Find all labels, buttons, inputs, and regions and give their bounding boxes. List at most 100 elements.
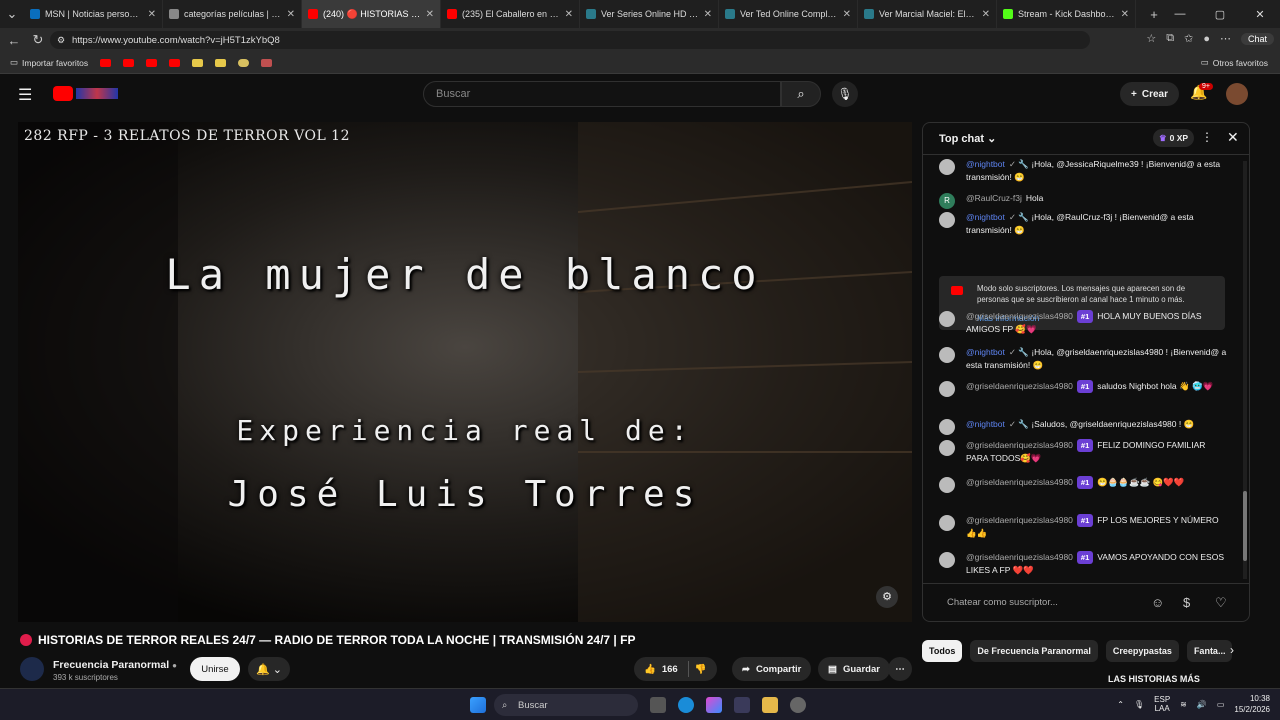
reload-icon[interactable]: ↻ — [26, 32, 50, 48]
tab-close-icon[interactable]: ✕ — [1121, 9, 1129, 20]
app-icon[interactable] — [790, 697, 806, 713]
browser-tab[interactable]: Ver Ted Online Completa Gr... ✕ — [719, 0, 858, 28]
bookmark-youtube-icon[interactable] — [100, 58, 112, 67]
bookmark-youtube-icon[interactable] — [169, 58, 181, 67]
tab-close-icon[interactable]: ✕ — [982, 9, 990, 20]
chat-author[interactable]: @RaulCruz-f3j — [966, 193, 1022, 203]
chat-author[interactable]: @griseldaenriquezislas4980 — [966, 311, 1073, 321]
language-indicator[interactable]: ESP LAA — [1154, 695, 1170, 713]
filter-chip[interactable]: De Frecuencia Paranormal — [970, 640, 1098, 662]
video-player[interactable]: 282 RFP - 3 RELATOS DE TERROR VOL 12 La … — [18, 122, 912, 622]
chips-next-icon[interactable]: › — [1230, 643, 1234, 657]
store-icon[interactable] — [734, 697, 750, 713]
share-button[interactable]: ➦ Compartir — [732, 657, 812, 681]
chat-author[interactable]: @griseldaenriquezislas4980 — [966, 515, 1073, 525]
chat-author[interactable]: @nightbot — [966, 212, 1005, 222]
bookmark-site-icon[interactable] — [238, 58, 250, 67]
favorites-icon[interactable]: ✩ — [1184, 32, 1193, 45]
account-avatar[interactable] — [1226, 83, 1248, 105]
chat-author[interactable]: @griseldaenriquezislas4980 — [966, 477, 1073, 487]
user-avatar[interactable] — [939, 311, 955, 327]
chat-message[interactable]: @nightbot ✓ 🔧 ¡Hola, @JessicaRiquelme39 !… — [939, 158, 1229, 184]
chat-more-icon[interactable]: ⋮ — [1201, 130, 1213, 144]
copilot-chat-button[interactable]: Chat — [1240, 32, 1274, 45]
chat-message[interactable]: @griseldaenriquezislas4980 #1 😁🧁🧁☕☕ 😋❤️❤️ — [939, 476, 1229, 493]
back-arrow-icon[interactable]: ← — [2, 33, 26, 48]
related-video-title[interactable]: LAS HISTORIAS MÁS — [1108, 674, 1200, 684]
star-icon[interactable]: ☆ — [1146, 32, 1156, 45]
tab-close-icon[interactable]: ✕ — [426, 9, 434, 20]
browser-tab[interactable]: (235) El Caballero en una... ✕ — [441, 0, 580, 28]
player-settings-icon[interactable]: ⚙ — [876, 586, 898, 608]
chat-author[interactable]: @griseldaenriquezislas4980 — [966, 552, 1073, 562]
bot-avatar[interactable] — [939, 212, 955, 228]
youtube-logo[interactable] — [53, 86, 73, 101]
volume-icon[interactable]: 🔊 — [1197, 700, 1207, 709]
clock[interactable]: 10:38 15/2/2026 — [1234, 693, 1270, 715]
minimize-icon[interactable]: — — [1160, 0, 1200, 28]
more-menu-icon[interactable]: ⋯ — [1220, 32, 1231, 45]
browser-tab[interactable]: Ver Series Online HD Gratis ... ✕ — [580, 0, 719, 28]
tab-close-icon[interactable]: ✕ — [843, 9, 851, 20]
user-avatar[interactable] — [939, 477, 955, 493]
bot-avatar[interactable] — [939, 159, 955, 175]
tab-close-icon[interactable]: ✕ — [565, 9, 573, 20]
extension-icon[interactable]: ⧉ — [1166, 32, 1174, 45]
browser-tab[interactable]: (240) 🔴 HISTORIAS DE... ✕ — [302, 0, 441, 28]
bookmark-folder-icon[interactable] — [215, 58, 227, 67]
chat-messages[interactable]: Modo solo suscriptores. Los mensajes que… — [923, 156, 1243, 581]
chat-message[interactable]: @nightbot ✓ 🔧 ¡Hola, @griseldaenriquezisl… — [939, 346, 1229, 372]
chat-scrollbar[interactable] — [1243, 161, 1247, 579]
chevron-up-icon[interactable]: ⌃ — [1117, 700, 1124, 709]
taskbar-search[interactable]: ⌕ Buscar — [494, 694, 638, 716]
chat-close-icon[interactable]: ✕ — [1227, 129, 1239, 146]
tab-close-icon[interactable]: ✕ — [148, 9, 156, 20]
super-chat-icon[interactable]: $ — [1183, 595, 1190, 610]
user-avatar[interactable]: R — [939, 193, 955, 209]
browser-tab[interactable]: categorías películas | el refu... ✕ — [163, 0, 302, 28]
emoji-icon[interactable]: ☺ — [1151, 595, 1164, 610]
filter-chip[interactable]: Fanta... — [1186, 640, 1233, 662]
chat-message[interactable]: R @RaulCruz-f3j Hola — [939, 192, 1229, 209]
close-window-icon[interactable]: ✕ — [1240, 0, 1280, 28]
search-input[interactable]: Buscar — [423, 81, 781, 107]
browser-tab[interactable]: Stream - Kick Dashboard ✕ — [997, 0, 1136, 28]
chat-message[interactable]: @griseldaenriquezislas4980 #1 FP LOS MEJOR… — [939, 514, 1229, 540]
thumbs-down-icon[interactable]: 👎 — [695, 664, 707, 675]
mic-icon[interactable]: 🎙 — [1134, 700, 1144, 709]
chat-author[interactable]: @nightbot — [966, 419, 1005, 429]
more-actions-button[interactable]: ⋯ — [888, 657, 912, 681]
tab-close-icon[interactable]: ✕ — [704, 9, 712, 20]
copilot-icon[interactable] — [706, 697, 722, 713]
file-explorer-icon[interactable] — [762, 697, 778, 713]
chat-author[interactable]: @nightbot — [966, 159, 1005, 169]
chat-message[interactable]: @nightbot ✓ 🔧 ¡Hola, @RaulCruz-f3j ! ¡Bie… — [939, 211, 1229, 237]
bot-avatar[interactable] — [939, 347, 955, 363]
chat-message[interactable]: @nightbot ✓ 🔧 ¡Saludos, @griseldaenriquez… — [939, 418, 1229, 435]
task-view-icon[interactable] — [650, 697, 666, 713]
join-button[interactable]: Unirse — [190, 657, 240, 681]
chat-message[interactable]: @griseldaenriquezislas4980 #1 VAMOS APOYAN… — [939, 551, 1229, 577]
user-avatar[interactable] — [939, 515, 955, 531]
url-bar[interactable]: ⚙ https://www.youtube.com/watch?v=jH5T1z… — [50, 31, 1090, 49]
search-button[interactable]: ⌕ — [781, 81, 821, 107]
subscription-bell-button[interactable]: 🔔 ⌄ — [248, 657, 290, 681]
browser-tab[interactable]: MSN | Noticias personaliza... ✕ — [24, 0, 163, 28]
chat-author[interactable]: @griseldaenriquezislas4980 — [966, 381, 1073, 391]
browser-tab[interactable]: Ver Marcial Maciel: El Lobo ... ✕ — [858, 0, 997, 28]
chat-message[interactable]: @griseldaenriquezislas4980 #1 saludos Nigh… — [939, 380, 1229, 397]
hamburger-menu-icon[interactable]: ☰ — [18, 85, 32, 105]
create-button[interactable]: + Crear — [1120, 82, 1179, 106]
channel-avatar[interactable] — [20, 657, 44, 681]
scrollbar-thumb[interactable] — [1243, 491, 1247, 561]
profile-icon[interactable]: ● — [1203, 33, 1210, 45]
other-favorites-link[interactable]: ▭ Otros favoritos — [1201, 57, 1268, 68]
wifi-icon[interactable]: ≋ — [1180, 700, 1187, 709]
chat-message[interactable]: @griseldaenriquezislas4980 #1 FELIZ DOMING… — [939, 439, 1229, 465]
bookmark-youtube-icon[interactable] — [123, 58, 135, 67]
chat-input[interactable]: Chatear como suscriptor... ☺ $ ♡ — [923, 583, 1249, 621]
chat-author[interactable]: @nightbot — [966, 347, 1005, 357]
bookmark-folder-icon[interactable] — [192, 58, 204, 67]
chat-author[interactable]: @griseldaenriquezislas4980 — [966, 440, 1073, 450]
bot-avatar[interactable] — [939, 419, 955, 435]
